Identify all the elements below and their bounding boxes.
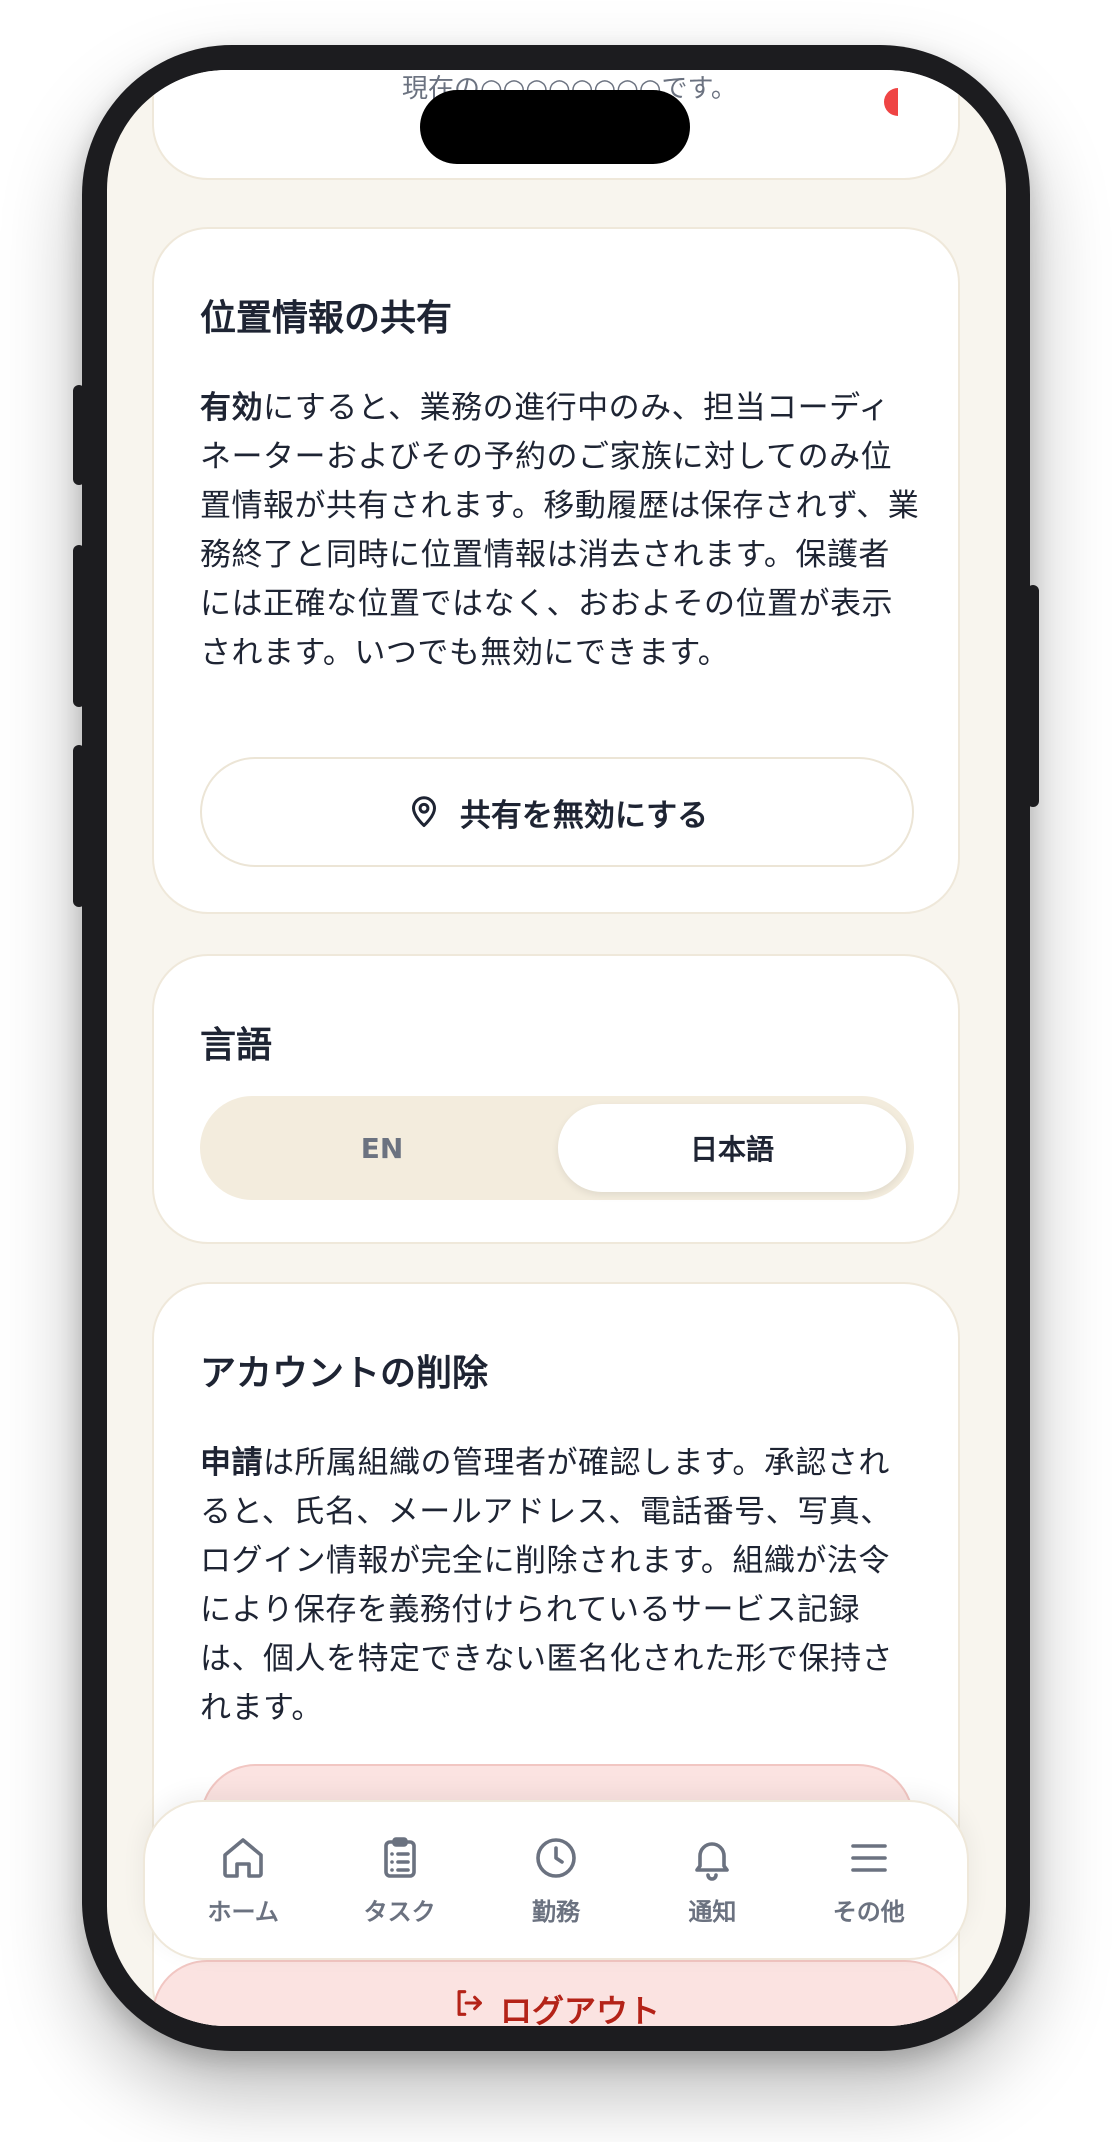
language-option-ja[interactable]: 日本語: [558, 1104, 906, 1192]
language-toggle: EN 日本語: [200, 1096, 914, 1200]
dynamic-island: [420, 90, 690, 164]
account-deletion-title: アカウントの削除: [200, 1353, 489, 1394]
account-deletion-description: 申請は所属組織の管理者が確認します。承認されると、氏名、メールアドレス、電話番号…: [200, 1439, 920, 1733]
app-screen: 現在の○○○○○○○○です。 位置情報の共有 有効にすると、業務の進行中のみ、担…: [107, 70, 1006, 2026]
power-button: [1027, 585, 1039, 807]
location-sharing-description: 有効にすると、業務の進行中のみ、担当コーディネーターおよびその予約のご家族に対し…: [200, 384, 920, 678]
clipboard-icon: [383, 1836, 416, 1878]
disable-sharing-button[interactable]: 共有を無効にする: [200, 757, 914, 867]
nav-label-tasks: タスク: [363, 1897, 436, 1926]
nav-item-notifications[interactable]: 通知: [642, 1834, 782, 1927]
map-pin-icon: [411, 796, 436, 827]
location-body-text: にすると、業務の進行中のみ、担当コーディネーターおよびその予約のご家族に対しての…: [200, 390, 920, 671]
nav-label-home: ホーム: [207, 1897, 279, 1926]
nav-item-shift[interactable]: 勤務: [486, 1834, 626, 1927]
deletion-lead-text: 申請: [200, 1445, 263, 1481]
nav-label-notifications: 通知: [688, 1897, 737, 1926]
location-sharing-title: 位置情報の共有: [200, 298, 453, 339]
disable-sharing-label: 共有を無効にする: [459, 797, 709, 834]
bottom-navigation: ホーム タスク 勤務 通知 その他: [143, 1800, 969, 1960]
deletion-body-text: は所属組織の管理者が確認します。承認されると、氏名、メールアドレス、電話番号、写…: [200, 1445, 893, 1726]
language-card: 言語 EN 日本語: [152, 954, 960, 1244]
nav-label-more: その他: [832, 1897, 905, 1926]
clock-icon: [536, 1837, 576, 1878]
location-sharing-card: 位置情報の共有 有効にすると、業務の進行中のみ、担当コーディネーターおよびその予…: [152, 227, 960, 914]
language-option-en[interactable]: EN: [208, 1104, 556, 1192]
volume-up-button: [73, 545, 85, 707]
volume-down-button: [73, 745, 85, 907]
status-indicator: [884, 88, 898, 116]
language-title: 言語: [200, 1025, 273, 1066]
logout-icon: [457, 1990, 482, 2016]
device-stage: 現在の○○○○○○○○です。 位置情報の共有 有効にすると、業務の進行中のみ、担…: [0, 0, 1112, 2142]
bell-icon: [695, 1841, 730, 1881]
logout-label: ログアウト: [499, 1992, 660, 2026]
home-icon: [223, 1837, 263, 1878]
nav-item-tasks[interactable]: タスク: [330, 1834, 470, 1927]
action-button: [73, 385, 85, 485]
nav-item-home[interactable]: ホーム: [173, 1834, 313, 1927]
logout-button[interactable]: ログアウト: [152, 1960, 960, 2026]
nav-label-shift: 勤務: [531, 1897, 580, 1926]
menu-icon: [850, 1843, 887, 1872]
nav-item-more[interactable]: その他: [799, 1834, 939, 1927]
location-lead-text: 有効: [200, 390, 263, 426]
